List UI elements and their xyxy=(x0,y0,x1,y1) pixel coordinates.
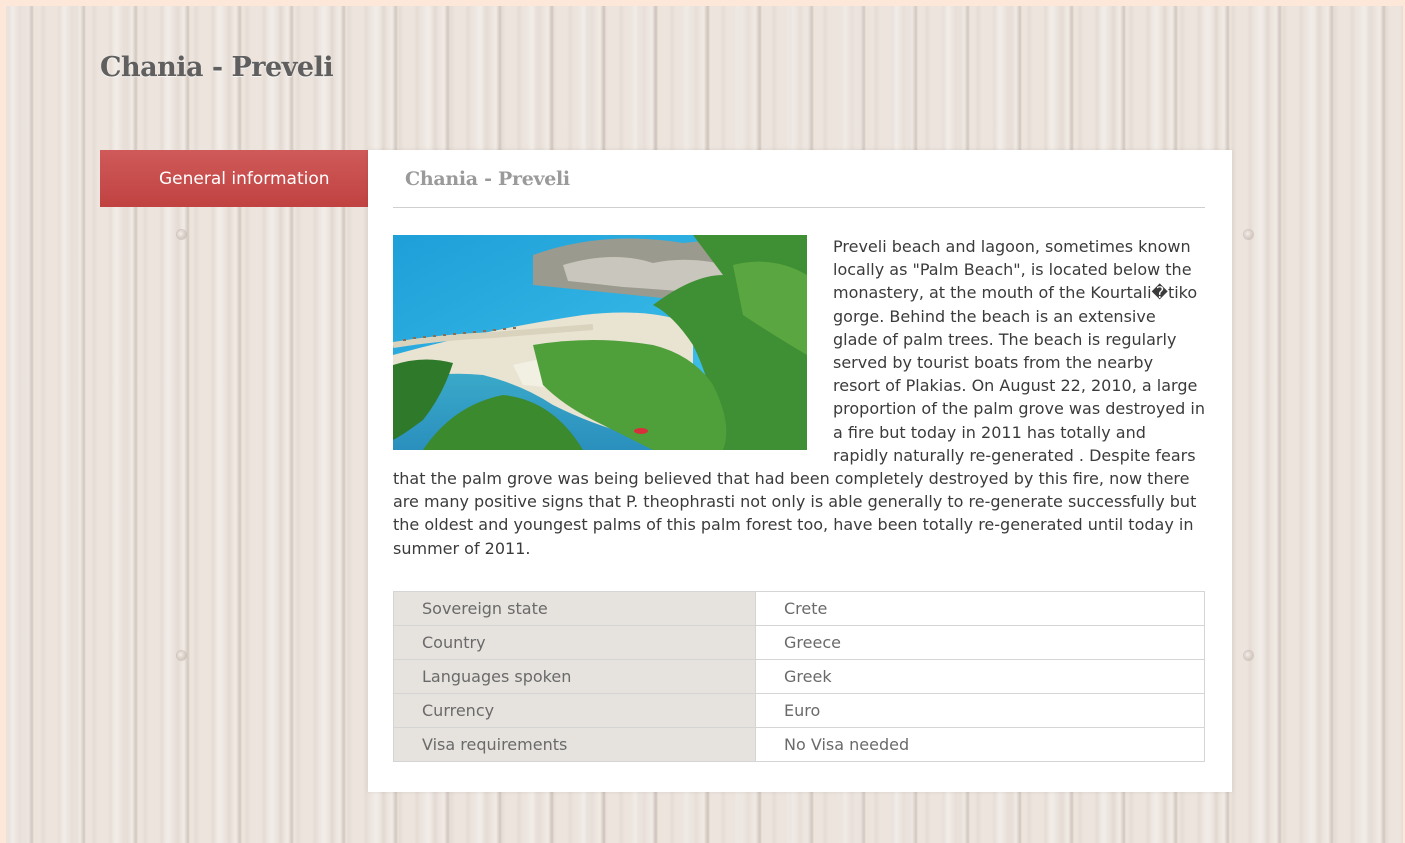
nail-decoration xyxy=(177,651,186,660)
table-key-cell: Languages spoken xyxy=(393,659,756,694)
table-key-cell: Visa requirements xyxy=(393,727,756,762)
tab-label: General information xyxy=(159,168,330,189)
description-section: Preveli beach and lagoon, sometimes know… xyxy=(393,235,1205,560)
nail-decoration xyxy=(1244,230,1253,239)
tab-general-information[interactable]: General information xyxy=(100,150,396,207)
table-row: Currency Euro xyxy=(393,693,1205,728)
page-title: Chania - Preveli xyxy=(100,52,334,83)
table-key-cell: Sovereign state xyxy=(393,591,756,626)
beach-photo xyxy=(393,235,807,450)
table-value-cell: Euro xyxy=(755,693,1205,728)
table-value-cell: Crete xyxy=(755,591,1205,626)
beach-photo-graphic xyxy=(393,235,807,450)
page-background: Chania - Preveli General information Cha… xyxy=(6,6,1403,843)
table-key-cell: Country xyxy=(393,625,756,660)
table-row: Visa requirements No Visa needed xyxy=(393,727,1205,762)
info-table: Sovereign state Crete Country Greece Lan… xyxy=(393,591,1205,762)
table-value-cell: No Visa needed xyxy=(755,727,1205,762)
nail-decoration xyxy=(1244,651,1253,660)
content-card: Chania - Preveli Preveli beach and lagoo… xyxy=(368,150,1232,792)
table-key-cell: Currency xyxy=(393,693,756,728)
table-value-cell: Greek xyxy=(755,659,1205,694)
table-value-cell: Greece xyxy=(755,625,1205,660)
table-row: Languages spoken Greek xyxy=(393,659,1205,694)
table-row: Country Greece xyxy=(393,625,1205,660)
card-title: Chania - Preveli xyxy=(405,168,570,190)
nail-decoration xyxy=(177,230,186,239)
table-row: Sovereign state Crete xyxy=(393,591,1205,626)
title-divider xyxy=(393,207,1205,208)
